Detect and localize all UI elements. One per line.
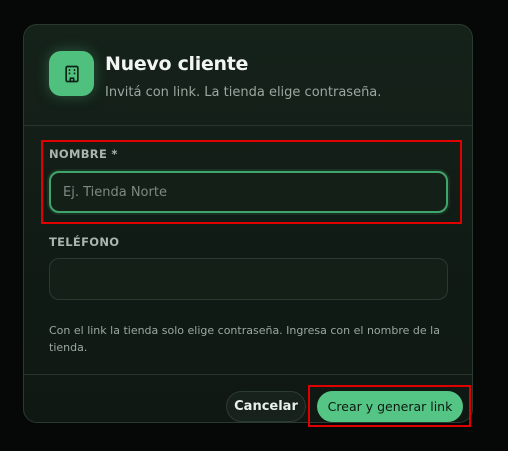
- dialog-header: Nuevo cliente Invitá con link. La tienda…: [24, 25, 472, 126]
- phone-field-label: TELÉFONO: [49, 235, 120, 249]
- new-client-dialog: Nuevo cliente Invitá con link. La tienda…: [23, 24, 473, 423]
- dialog-subtitle: Invitá con link. La tienda elige contras…: [105, 85, 382, 100]
- form-hint-text: Con el link la tienda solo elige contras…: [49, 324, 440, 354]
- phone-input[interactable]: [49, 258, 448, 300]
- dialog-title: Nuevo cliente: [105, 53, 249, 75]
- create-and-generate-link-button[interactable]: Crear y generar link: [317, 391, 463, 422]
- dialog-footer: Cancelar Crear y generar link: [24, 374, 472, 422]
- name-input[interactable]: [49, 171, 448, 213]
- store-icon: [49, 51, 94, 96]
- cancel-button[interactable]: Cancelar: [226, 391, 306, 422]
- name-field-label: NOMBRE *: [49, 147, 118, 161]
